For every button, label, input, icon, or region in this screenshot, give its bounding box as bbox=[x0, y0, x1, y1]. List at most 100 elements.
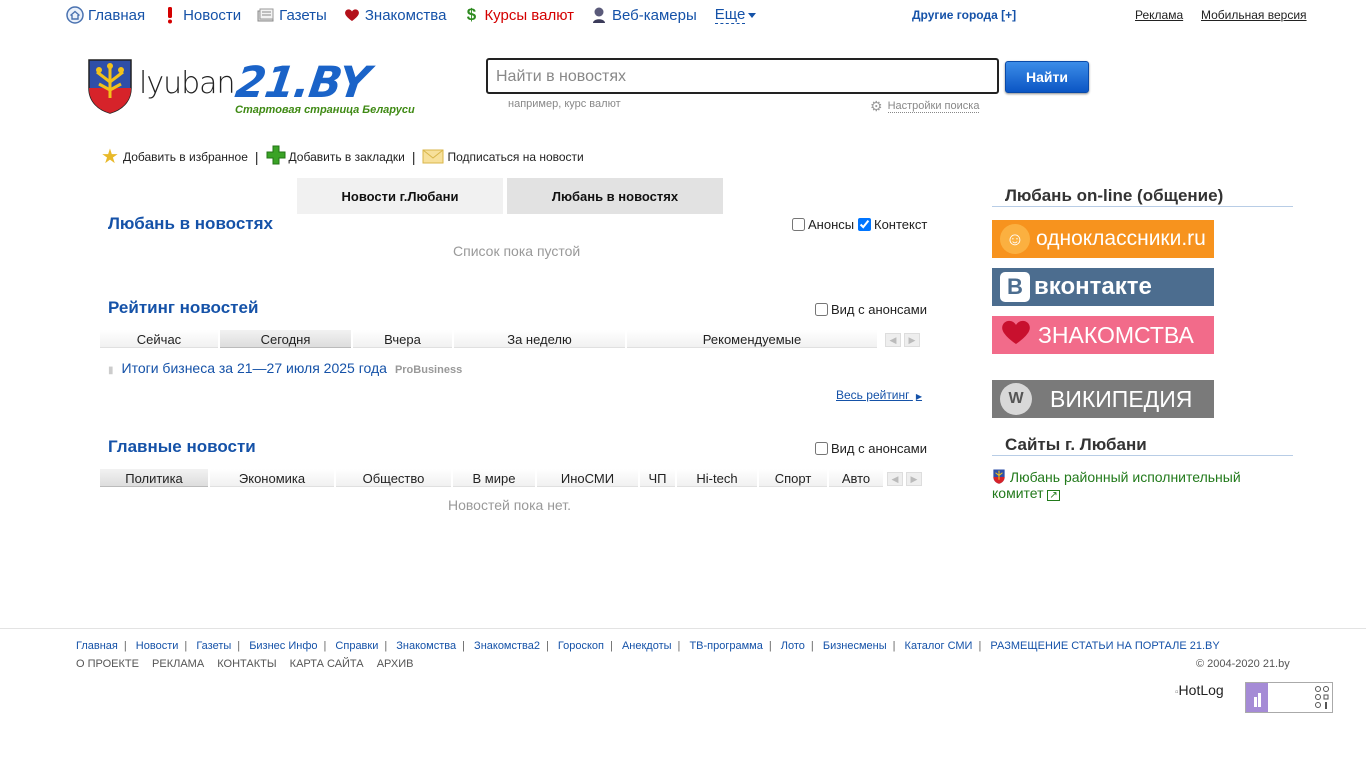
wikipedia-banner[interactable]: W ВИКИПЕДИЯ bbox=[992, 380, 1214, 418]
news-tab-sport[interactable]: Спорт bbox=[759, 469, 829, 487]
footer-link-lotto[interactable]: Лото bbox=[781, 640, 805, 652]
exclamation-icon bbox=[161, 6, 179, 24]
vk-icon: В bbox=[1000, 272, 1030, 302]
other-cities-link[interactable]: Другие города [+] bbox=[912, 8, 1016, 22]
news-tab-inosmi[interactable]: ИноСМИ bbox=[537, 469, 640, 487]
wikipedia-globe-icon: W bbox=[1000, 383, 1032, 415]
nav-dating-label: Знакомства bbox=[364, 6, 447, 24]
footer-link-archive[interactable]: АРХИВ bbox=[377, 658, 414, 670]
city-logo-text[interactable]: lyuban. bbox=[139, 66, 244, 101]
footer-link-references[interactable]: Справки bbox=[335, 640, 378, 652]
add-favorites-label: Добавить в избранное bbox=[122, 149, 248, 164]
star-icon: ★ bbox=[101, 146, 119, 168]
mobile-version-link[interactable]: Мобильная версия bbox=[1201, 8, 1307, 22]
search-input[interactable]: Найти в новостях bbox=[486, 58, 999, 94]
bullet-icon: ▮ bbox=[108, 365, 114, 376]
tab-city-news[interactable]: Новости г.Любани bbox=[297, 178, 503, 214]
footer-link-business-info[interactable]: Бизнес Инфо bbox=[249, 640, 317, 652]
nav-more[interactable]: Еще bbox=[714, 5, 757, 24]
tab-city-in-news[interactable]: Любань в новостях bbox=[507, 178, 723, 214]
subscribe-link[interactable]: Подписаться на новости bbox=[422, 146, 584, 167]
footer-divider bbox=[0, 628, 1366, 629]
nav-more-label: Еще bbox=[714, 5, 746, 24]
chevron-left-icon[interactable]: ◀ bbox=[887, 472, 903, 486]
news-tab-auto[interactable]: Авто bbox=[829, 469, 885, 487]
footer-link-news[interactable]: Новости bbox=[136, 640, 179, 652]
district-committee-link[interactable]: Любань районный исполнительный комитет ↗ bbox=[992, 469, 1262, 501]
chevron-left-icon[interactable]: ◀ bbox=[885, 333, 901, 347]
main-news-announcements-toggle[interactable]: Вид с анонсами bbox=[815, 441, 927, 456]
context-checkbox[interactable] bbox=[858, 218, 871, 231]
announcements-checkbox[interactable] bbox=[792, 218, 805, 231]
brand-logo[interactable]: 21.BY bbox=[232, 58, 372, 108]
footer-link-tv[interactable]: ТВ-программа bbox=[689, 640, 762, 652]
rating-tab-today[interactable]: Сегодня bbox=[220, 330, 353, 348]
news-tab-incidents[interactable]: ЧП bbox=[640, 469, 677, 487]
context-toggle[interactable]: Контекст bbox=[858, 217, 927, 232]
rating-news-link[interactable]: Итоги бизнеса за 21—27 июля 2025 года bbox=[122, 360, 387, 376]
copyright: © 2004-2020 21.by bbox=[1196, 658, 1290, 670]
hotlog-counter[interactable]: ▫HotLog bbox=[1175, 682, 1224, 698]
rating-tab-yesterday[interactable]: Вчера bbox=[353, 330, 454, 348]
news-tab-society[interactable]: Общество bbox=[336, 469, 453, 487]
announcements-toggle[interactable]: Анонсы bbox=[792, 217, 854, 232]
divider bbox=[992, 206, 1293, 207]
heart-icon bbox=[343, 6, 361, 24]
rating-tab-recommended[interactable]: Рекомендуемые bbox=[627, 330, 879, 348]
nav-dating[interactable]: Знакомства bbox=[343, 6, 447, 24]
add-bookmarks-label: Добавить в закладки bbox=[288, 149, 405, 164]
nav-currency[interactable]: $ Курсы валют bbox=[462, 5, 574, 24]
rating-tab-week[interactable]: За неделю bbox=[454, 330, 627, 348]
news-tab-politics[interactable]: Политика bbox=[100, 469, 210, 487]
news-tab-world[interactable]: В мире bbox=[453, 469, 537, 487]
add-bookmarks-link[interactable]: Добавить в закладки bbox=[266, 145, 405, 168]
main-news-announcements-checkbox[interactable] bbox=[815, 442, 828, 455]
add-favorites-link[interactable]: ★ Добавить в избранное bbox=[101, 144, 248, 169]
footer-link-advertising[interactable]: РЕКЛАМА bbox=[152, 658, 204, 670]
chevron-right-icon[interactable]: ▶ bbox=[906, 472, 922, 486]
external-link-icon: ↗ bbox=[1047, 490, 1060, 501]
footer-link-newspapers[interactable]: Газеты bbox=[196, 640, 231, 652]
chevron-down-icon bbox=[748, 12, 757, 18]
news-tab-economy[interactable]: Экономика bbox=[210, 469, 336, 487]
visitor-counter[interactable] bbox=[1245, 682, 1333, 713]
news-tab-hitech[interactable]: Hi-tech bbox=[677, 469, 759, 487]
footer-link-horoscope[interactable]: Гороскоп bbox=[558, 640, 604, 652]
odnoklassniki-banner[interactable]: ☺ одноклассники.ru bbox=[992, 220, 1214, 258]
footer-link-home[interactable]: Главная bbox=[76, 640, 118, 652]
rating-news-source: ProBusiness bbox=[394, 364, 463, 376]
footer-link-sitemap[interactable]: КАРТА САЙТА bbox=[290, 658, 364, 670]
odnoklassniki-label: одноклассники.ru bbox=[1036, 227, 1206, 250]
nav-home-label: Главная bbox=[88, 6, 146, 24]
footer-link-jokes[interactable]: Анекдоты bbox=[622, 640, 672, 652]
rating-tab-now[interactable]: Сейчас bbox=[100, 330, 220, 348]
chevron-right-icon: ▶ bbox=[915, 392, 923, 401]
search-button[interactable]: Найти bbox=[1005, 61, 1089, 93]
nav-news[interactable]: Новости bbox=[161, 6, 241, 24]
search-settings-label: Настройки поиска bbox=[887, 100, 980, 113]
nav-newspapers-label: Газеты bbox=[279, 6, 327, 24]
search-settings-link[interactable]: ⚙ Настройки поиска bbox=[870, 98, 980, 115]
announcements-label: Анонсы bbox=[808, 217, 855, 232]
footer-link-contacts[interactable]: КОНТАКТЫ bbox=[217, 658, 276, 670]
chevron-right-icon[interactable]: ▶ bbox=[904, 333, 920, 347]
nav-home[interactable]: Главная bbox=[66, 6, 145, 24]
subscribe-label: Подписаться на новости bbox=[447, 149, 584, 164]
nav-newspapers[interactable]: Газеты bbox=[257, 6, 327, 24]
footer-link-dating2[interactable]: Знакомства2 bbox=[474, 640, 540, 652]
footer-link-dating[interactable]: Знакомства bbox=[396, 640, 456, 652]
vkontakte-banner[interactable]: В вконтакте bbox=[992, 268, 1214, 306]
footer-link-about[interactable]: О ПРОЕКТЕ bbox=[76, 658, 139, 670]
rating-announcements-toggle[interactable]: Вид с анонсами bbox=[815, 302, 927, 317]
footer-link-article-placement[interactable]: РАЗМЕЩЕНИЕ СТАТЬИ НА ПОРТАЛЕ 21.BY bbox=[990, 640, 1219, 652]
ads-link[interactable]: Реклама bbox=[1135, 8, 1183, 22]
news-scroll-arrows: ◀ ▶ bbox=[887, 472, 925, 486]
city-crest-icon[interactable] bbox=[87, 58, 133, 114]
all-rating-link[interactable]: Весь рейтинг ▶ bbox=[836, 388, 922, 402]
rating-announcements-checkbox[interactable] bbox=[815, 303, 828, 316]
home-icon bbox=[66, 6, 84, 24]
footer-link-media-catalog[interactable]: Каталог СМИ bbox=[905, 640, 973, 652]
dating-banner[interactable]: ЗНАКОМСТВА bbox=[992, 316, 1214, 354]
footer-link-businessmen[interactable]: Бизнесмены bbox=[823, 640, 887, 652]
nav-webcams[interactable]: Веб-камеры bbox=[590, 6, 697, 24]
